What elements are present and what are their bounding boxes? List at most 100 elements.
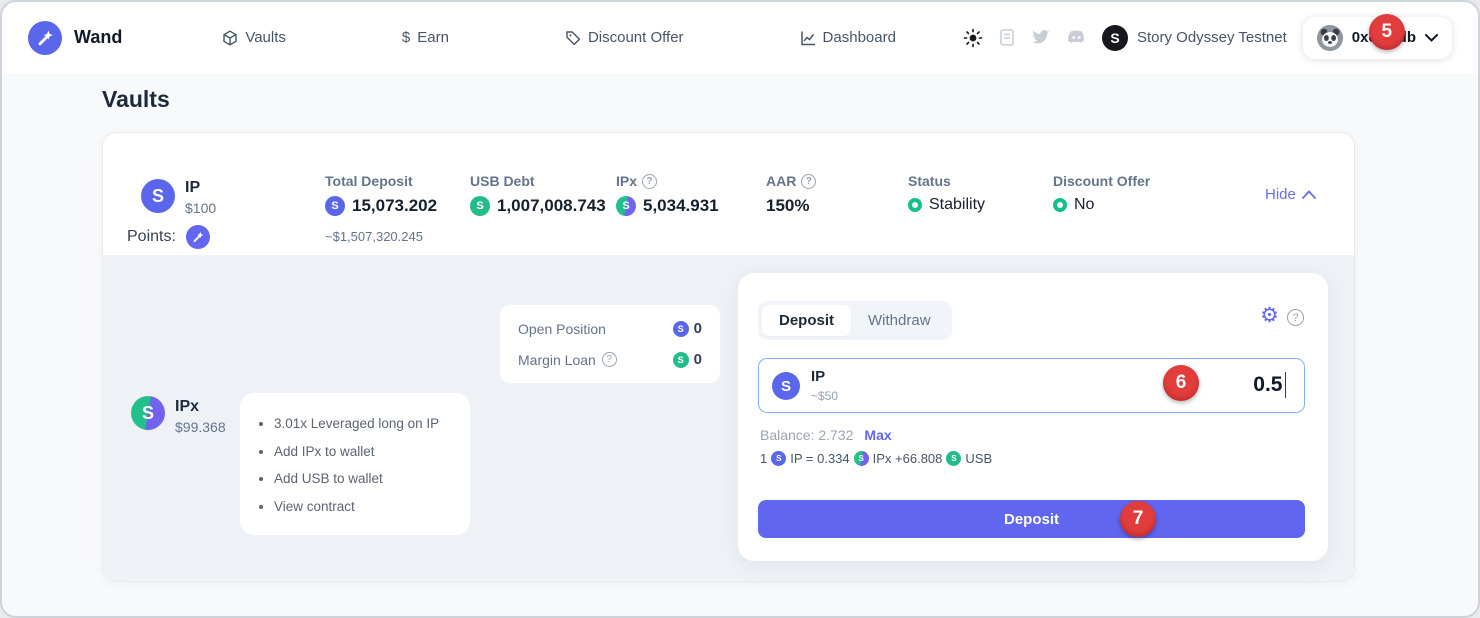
- discord-icon[interactable]: [1067, 30, 1086, 45]
- twitter-icon[interactable]: [1031, 30, 1050, 46]
- docs-icon[interactable]: [1000, 29, 1014, 46]
- theme-toggle-sun-icon[interactable]: [963, 28, 983, 48]
- tab-group: Deposit Withdraw: [758, 301, 952, 340]
- deposit-panel: Deposit Withdraw ⚙ ? S IP ~$50 0.5: [738, 273, 1328, 561]
- amount-input-box[interactable]: S IP ~$50 0.5: [758, 358, 1305, 413]
- help-icon[interactable]: ?: [602, 352, 617, 367]
- usb-coin-icon: S: [673, 352, 689, 368]
- feature-leverage: 3.01x Leveraged long on IP: [274, 416, 458, 431]
- network-selector[interactable]: S Story Odyssey Testnet: [1102, 25, 1287, 51]
- balance-label: Balance: 2.732: [760, 427, 853, 443]
- stat-value: 1,007,008.743: [497, 196, 606, 216]
- main-nav: Vaults $ Earn Discount Offer Dashboard: [222, 29, 896, 46]
- feature-add-ipx[interactable]: Add IPx to wallet: [274, 444, 458, 459]
- margin-loan-value: 0: [694, 351, 702, 368]
- stat-ipx: IPx ? S 5,034.931: [616, 173, 719, 216]
- stat-value: 5,034.931: [643, 196, 719, 216]
- points-row: Points:: [127, 225, 210, 249]
- nav-earn-label: Earn: [417, 29, 449, 46]
- tab-withdraw[interactable]: Withdraw: [851, 305, 948, 336]
- open-position-value: 0: [694, 320, 702, 337]
- app-window: Wand Vaults $ Earn Discount Offer: [0, 0, 1480, 618]
- stat-label: Status: [908, 173, 951, 189]
- ipx-coin-icon: S: [854, 451, 869, 466]
- help-icon[interactable]: ?: [801, 174, 816, 189]
- ip-coin-icon: S: [325, 196, 345, 216]
- wallet-button[interactable]: 0xe...6db 5: [1303, 17, 1452, 59]
- vault-summary-row: S IP $100 Points: Total Deposit S: [103, 133, 1354, 255]
- chevron-up-icon: [1302, 190, 1316, 199]
- vaults-icon: [222, 30, 238, 46]
- feature-list: 3.01x Leveraged long on IP Add IPx to wa…: [240, 393, 470, 535]
- nav-dashboard[interactable]: Dashboard: [800, 29, 896, 46]
- ipx-token-icon: S: [131, 396, 165, 430]
- brand-name: Wand: [74, 27, 122, 48]
- wand-points-icon: [186, 225, 210, 249]
- amount-input[interactable]: 0.5: [1253, 372, 1286, 398]
- amount-value: 0.5: [1253, 373, 1282, 397]
- stat-discount-offer: Discount Offer No: [1053, 173, 1150, 214]
- header: Wand Vaults $ Earn Discount Offer: [2, 2, 1478, 73]
- main-content: Vaults S IP $100 Points: Tota: [2, 73, 1478, 618]
- deposit-button[interactable]: Deposit: [758, 500, 1305, 538]
- wand-logo-icon[interactable]: [28, 21, 62, 55]
- detail-token-symbol: IPx: [175, 398, 199, 416]
- ip-token-icon: S: [141, 179, 175, 213]
- stat-value: 15,073.202: [352, 196, 437, 216]
- open-position-row: Open Position S 0: [518, 320, 702, 337]
- help-icon[interactable]: ?: [642, 174, 657, 189]
- rate-ipx-part: IPx +66.808: [873, 451, 943, 466]
- open-position-label: Open Position: [518, 321, 606, 337]
- feature-view-contract[interactable]: View contract: [274, 499, 458, 514]
- chevron-down-icon: [1425, 34, 1438, 42]
- usb-coin-icon: S: [946, 451, 961, 466]
- margin-loan-label: Margin Loan: [518, 352, 596, 368]
- nav-earn[interactable]: $ Earn: [402, 29, 449, 46]
- step-badge-7: 7: [1120, 501, 1156, 537]
- tab-deposit[interactable]: Deposit: [762, 305, 851, 336]
- discount-value: No: [1074, 196, 1094, 214]
- nav-discount-label: Discount Offer: [588, 29, 684, 46]
- margin-loan-row: Margin Loan ? S 0: [518, 351, 702, 368]
- stat-label: Discount Offer: [1053, 173, 1150, 189]
- rate-amount: 1: [760, 451, 767, 466]
- nav-discount-offer[interactable]: Discount Offer: [565, 29, 684, 46]
- hide-label: Hide: [1265, 186, 1296, 203]
- nav-vaults-label: Vaults: [245, 29, 286, 46]
- stat-sub-usd: ~$1,507,320.245: [325, 229, 437, 244]
- text-cursor: [1285, 372, 1287, 398]
- stat-status: Status Stability: [908, 173, 985, 214]
- header-icon-group: [963, 28, 1086, 48]
- stat-usb-debt: USB Debt S 1,007,008.743: [470, 173, 606, 216]
- input-usd-estimate: ~$50: [811, 389, 838, 403]
- story-logo-icon: S: [1102, 25, 1128, 51]
- tag-icon: [565, 30, 581, 46]
- usb-coin-icon: S: [470, 196, 490, 216]
- max-button[interactable]: Max: [864, 427, 891, 443]
- ip-coin-icon: S: [771, 451, 786, 466]
- hide-toggle[interactable]: Hide: [1265, 186, 1316, 203]
- rate-ip-part: IP = 0.334: [790, 451, 849, 466]
- vault-token-price: $100: [185, 200, 216, 216]
- settings-gear-icon[interactable]: ⚙: [1260, 305, 1279, 326]
- stat-value: 150%: [766, 196, 809, 216]
- stat-label: Total Deposit: [325, 173, 413, 189]
- network-name: Story Odyssey Testnet: [1137, 29, 1287, 46]
- status-dot: [908, 198, 922, 212]
- balance-row: Balance: 2.732 Max: [760, 427, 892, 443]
- input-token-symbol: IP: [811, 368, 825, 385]
- feature-add-usb[interactable]: Add USB to wallet: [274, 471, 458, 486]
- rate-usb-part: USB: [965, 451, 992, 466]
- points-label: Points:: [127, 228, 176, 246]
- vault-card: S IP $100 Points: Total Deposit S: [102, 132, 1355, 582]
- step-badge-6: 6: [1163, 365, 1199, 401]
- page-title: Vaults: [102, 86, 170, 113]
- ip-coin-icon: S: [673, 321, 689, 337]
- nav-vaults[interactable]: Vaults: [222, 29, 286, 46]
- stat-label: IPx: [616, 173, 637, 189]
- status-value: Stability: [929, 196, 985, 214]
- position-card: Open Position S 0 Margin Loan ? S: [500, 305, 720, 383]
- vault-expanded-section: Open Position S 0 Margin Loan ? S: [103, 255, 1354, 582]
- stat-aar: AAR ? 150%: [766, 173, 816, 216]
- panel-help-icon[interactable]: ?: [1287, 309, 1304, 326]
